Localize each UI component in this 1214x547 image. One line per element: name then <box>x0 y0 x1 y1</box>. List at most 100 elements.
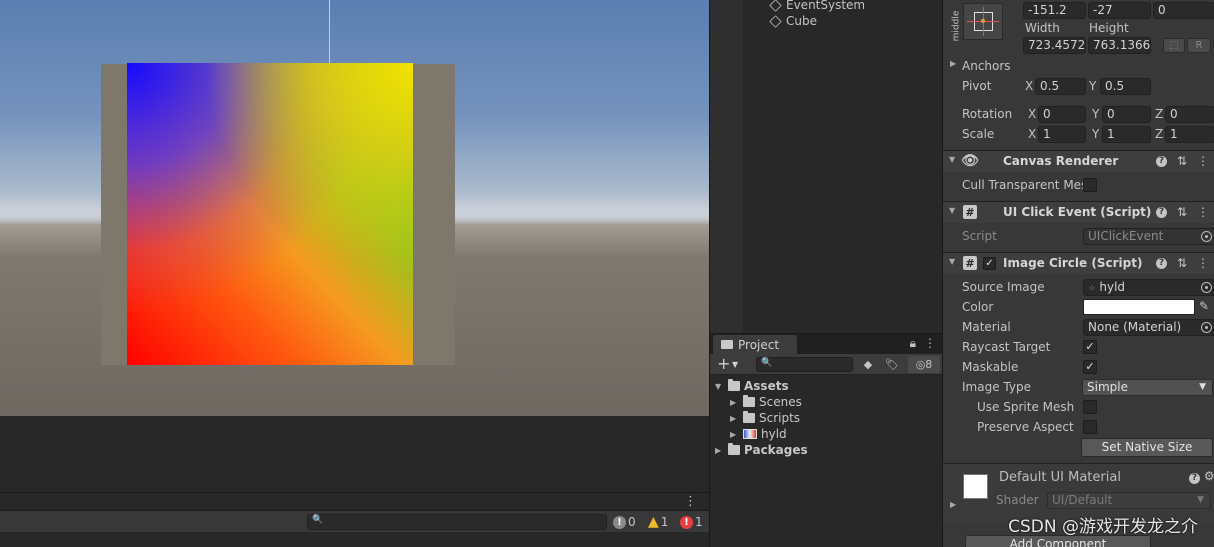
hidden-packages-toggle[interactable]: ◎ 8 <box>908 356 940 373</box>
material-field[interactable]: None (Material) <box>1083 319 1214 336</box>
rotation-x-field[interactable]: 0 <box>1038 106 1086 123</box>
sprite-icon: ⁘ <box>1088 284 1096 294</box>
scale-label: Scale <box>962 127 995 141</box>
warning-icon: ▲ <box>648 514 659 530</box>
hierarchy-panel: EventSystem Cube <box>709 0 942 333</box>
fold-arrow-icon[interactable]: ▼ <box>949 257 955 266</box>
help-icon[interactable]: ? <box>1155 258 1167 269</box>
canvas-renderer-header[interactable]: ▼ 👁︎ Canvas Renderer ? ⇅ ⋮ <box>943 150 1214 172</box>
expand-arrow-icon[interactable]: ▼ <box>715 382 724 391</box>
maskable-toggle[interactable]: ✓ <box>1083 360 1097 374</box>
folder-icon <box>743 411 755 423</box>
expand-arrow-icon[interactable]: ▶ <box>730 430 739 439</box>
scale-z-field[interactable]: 1 <box>1165 126 1214 143</box>
hierarchy-item-cube[interactable]: Cube <box>769 13 817 29</box>
material-swatch <box>963 474 988 499</box>
image-circle-header[interactable]: ▼ # ✓ Image Circle (Script) ? ⇅ ⋮ <box>943 252 1214 274</box>
gear-icon[interactable]: ⚙ <box>1204 469 1214 483</box>
folder-icon <box>721 340 733 349</box>
pivot-x-field[interactable]: 0.5 <box>1035 78 1086 95</box>
object-picker-icon[interactable] <box>1201 322 1212 333</box>
rotation-z-field[interactable]: 0 <box>1165 106 1214 123</box>
kebab-menu-icon[interactable]: ⋮ <box>1197 256 1209 270</box>
help-icon[interactable]: ? <box>1155 207 1167 218</box>
cull-transparent-toggle[interactable] <box>1083 178 1097 192</box>
preset-icon[interactable]: ⇅ <box>1177 154 1187 168</box>
hierarchy-item-label: Cube <box>786 14 817 28</box>
tree-item-label: hyld <box>761 427 787 441</box>
tree-item-assets[interactable]: ▼ Assets <box>715 378 789 394</box>
console-search-input[interactable]: 🔍 <box>307 514 607 530</box>
fold-arrow-icon[interactable]: ▶ <box>950 500 956 509</box>
console-error-toggle[interactable]: ! 1 <box>680 513 703 531</box>
scale-y-field[interactable]: 1 <box>1102 126 1151 143</box>
project-search-input[interactable]: 🔍 <box>756 357 853 372</box>
pos-y-field[interactable]: -27 <box>1088 2 1151 19</box>
lock-icon[interactable]: 🔒︎ <box>910 336 916 351</box>
fold-arrow-icon[interactable]: ▼ <box>949 155 955 164</box>
component-enabled-toggle[interactable]: ✓ <box>983 257 996 270</box>
rotation-y-field[interactable]: 0 <box>1102 106 1151 123</box>
search-by-type-icon[interactable]: ◆ <box>860 356 876 373</box>
component-title: Canvas Renderer <box>1003 154 1119 168</box>
expand-arrow-icon[interactable]: ▶ <box>730 414 739 423</box>
preset-icon[interactable]: ⇅ <box>1177 256 1187 270</box>
tree-item-label: Packages <box>744 443 808 457</box>
kebab-menu-icon[interactable]: ⋮ <box>1197 205 1209 219</box>
help-icon[interactable]: ? <box>1189 473 1200 484</box>
pos-x-field[interactable]: -151.2 <box>1023 2 1086 19</box>
project-panel: Project 🔒︎ ⋮ + ▼ 🔍 ◆ 🏷︎ ◎ 8 ▼ Assets ▶ S… <box>709 333 942 547</box>
anchors-fold-icon[interactable]: ▶ <box>950 59 956 68</box>
console-menu-icon[interactable]: ⋮ <box>684 494 697 509</box>
preset-icon[interactable]: ⇅ <box>1177 205 1187 219</box>
fold-arrow-icon[interactable]: ▼ <box>949 206 955 215</box>
height-label: Height <box>1089 21 1129 35</box>
raycast-target-toggle[interactable]: ✓ <box>1083 340 1097 354</box>
create-button[interactable]: + <box>717 355 730 373</box>
hierarchy-item-eventsystem[interactable]: EventSystem <box>769 0 865 13</box>
rot-z-label: Z <box>1155 107 1164 121</box>
color-field[interactable] <box>1083 299 1195 315</box>
eyedropper-icon[interactable]: ✎ <box>1199 299 1209 313</box>
pos-z-field[interactable]: 0 <box>1153 2 1214 19</box>
help-icon[interactable]: ? <box>1155 156 1167 167</box>
tab-project[interactable]: Project <box>713 335 797 354</box>
ui-click-event-header[interactable]: ▼ # UI Click Event (Script) ? ⇅ ⋮ <box>943 201 1214 223</box>
anchor-presets-button[interactable] <box>963 3 1003 40</box>
chevron-down-icon: ▼ <box>1199 382 1206 392</box>
blueprint-mode-button[interactable]: ⬚ <box>1163 38 1185 53</box>
use-sprite-mesh-toggle[interactable] <box>1083 400 1097 414</box>
console-warning-toggle[interactable]: ▲ 1 <box>648 513 668 531</box>
anchor-preset-label: middle <box>951 10 962 42</box>
chevron-down-icon[interactable]: ▼ <box>732 360 738 369</box>
rot-x-label: X <box>1028 107 1037 121</box>
kebab-menu-icon[interactable]: ⋮ <box>1197 154 1209 168</box>
expand-arrow-icon[interactable]: ▶ <box>715 446 724 455</box>
tree-item-scenes[interactable]: ▶ Scenes <box>730 394 802 410</box>
script-field: UIClickEvent <box>1083 228 1214 245</box>
expand-arrow-icon[interactable]: ▶ <box>730 398 739 407</box>
scene-view[interactable] <box>0 0 709 416</box>
anchors-label[interactable]: Anchors <box>962 59 1011 73</box>
image-type-dropdown[interactable]: Simple ▼ <box>1082 379 1213 396</box>
image-circle-preview[interactable] <box>127 63 413 365</box>
search-by-label-icon[interactable]: 🏷︎ <box>884 356 900 373</box>
scene-view-bottom <box>0 416 709 492</box>
console-info-toggle[interactable]: ! 0 <box>613 513 636 531</box>
object-picker-icon[interactable] <box>1201 282 1212 293</box>
script-icon: # <box>963 205 977 219</box>
scale-x-field[interactable]: 1 <box>1038 126 1086 143</box>
tree-item-hyld[interactable]: ▶ hyld <box>730 426 787 442</box>
width-field[interactable]: 723.4572 <box>1023 37 1086 54</box>
shader-label: Shader <box>996 493 1039 507</box>
menu-icon[interactable]: ⋮ <box>924 336 936 351</box>
set-native-size-button[interactable]: Set Native Size <box>1081 438 1213 457</box>
height-field[interactable]: 763.1366 <box>1088 37 1151 54</box>
tree-item-scripts[interactable]: ▶ Scripts <box>730 410 800 426</box>
tree-item-packages[interactable]: ▶ Packages <box>715 442 808 458</box>
color-label: Color <box>962 300 994 314</box>
pivot-y-field[interactable]: 0.5 <box>1100 78 1151 95</box>
preserve-aspect-toggle[interactable] <box>1083 420 1097 434</box>
raw-edit-button[interactable]: R <box>1187 38 1211 53</box>
source-image-field[interactable]: ⁘ hyld <box>1083 279 1214 296</box>
